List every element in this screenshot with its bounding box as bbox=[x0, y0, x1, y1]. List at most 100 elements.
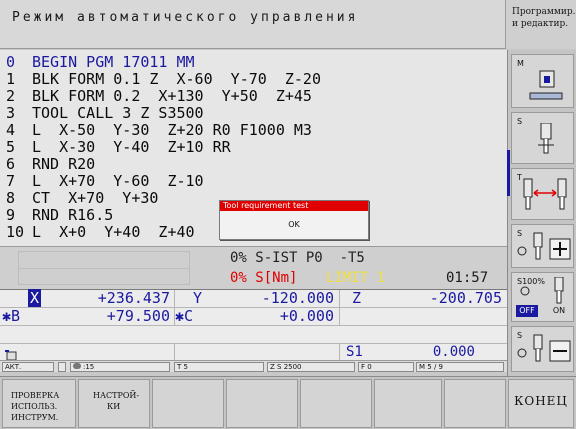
softkey-label: ПРОВЕРКА bbox=[11, 391, 60, 400]
spindle-icon bbox=[538, 123, 554, 154]
line-text: L X+0 Y+40 Z+40 bbox=[32, 223, 195, 241]
status-strip: 0% S-IST P0 -T5 0% S[Nm] LIMIT 1 01:57 bbox=[0, 246, 507, 289]
axis-label-b: ✱B bbox=[2, 307, 21, 325]
line-text: BLK FORM 0.1 Z X-60 Y-70 Z-20 bbox=[32, 70, 321, 88]
softkey-label: НАСТРОЙ- bbox=[93, 391, 140, 400]
line-number: 8 bbox=[6, 189, 16, 207]
torque-status: 0% S[Nm] bbox=[230, 270, 298, 286]
program-line[interactable]: 10 L X+0 Y+40 Z+40 bbox=[6, 224, 195, 240]
spindle-plus-button[interactable]: S bbox=[511, 224, 574, 268]
column-divider bbox=[174, 344, 175, 360]
program-line[interactable]: 0 BEGIN PGM 17011 MM bbox=[6, 54, 195, 70]
selection-marker bbox=[507, 150, 510, 196]
on-toggle[interactable]: ON bbox=[548, 305, 570, 317]
memory-icon bbox=[4, 346, 18, 361]
tool-change-button[interactable]: T bbox=[511, 168, 574, 220]
tool-change-icon bbox=[523, 178, 567, 210]
position-display: X +236.437 Y -120.000 Z -200.705 ✱B +79.… bbox=[0, 289, 507, 343]
softkey-label: ИНСТРУМ. bbox=[11, 413, 59, 422]
spindle-override-button[interactable]: S100% OFF ON bbox=[511, 272, 574, 322]
program-line[interactable]: 3 TOOL CALL 3 Z S3500 bbox=[6, 105, 204, 121]
limit-status: LIMIT 1 bbox=[326, 270, 386, 286]
s1-label: S1 bbox=[346, 344, 363, 360]
spindle-status: 0% S-IST P0 -T5 bbox=[230, 250, 365, 266]
program-line[interactable]: 4 L X-50 Y-30 Z+20 R0 F1000 M3 bbox=[6, 122, 312, 138]
softkey-empty-3[interactable] bbox=[152, 379, 224, 428]
line-text: BEGIN PGM 17011 MM bbox=[32, 53, 195, 71]
line-text: TOOL CALL 3 Z S3500 bbox=[32, 104, 204, 122]
line-text: L X-30 Y-40 Z+10 RR bbox=[32, 138, 231, 156]
softkey-empty-7[interactable] bbox=[444, 379, 506, 428]
machine-view-button[interactable]: M bbox=[511, 54, 574, 108]
softkey-bar: ПРОВЕРКА ИСПОЛЬЗ. ИНСТРУМ. НАСТРОЙ- КИ К… bbox=[0, 376, 576, 429]
run-time: 01:57 bbox=[446, 270, 489, 286]
secondary-mode-button[interactable]: Программир. и редактир. bbox=[505, 0, 576, 49]
column-divider bbox=[339, 344, 340, 360]
line-number: 2 bbox=[6, 87, 16, 105]
axis-label-y: Y bbox=[193, 289, 203, 307]
softkey-end[interactable]: КОНЕЦ bbox=[508, 379, 574, 428]
axis-value-y: -120.000 bbox=[261, 289, 334, 307]
program-line[interactable]: 5 L X-30 Y-40 Z+10 RR bbox=[6, 139, 231, 155]
line-number: 7 bbox=[6, 172, 16, 190]
line-number: 3 bbox=[6, 104, 16, 122]
line-text: BLK FORM 0.2 X+130 Y+50 Z+45 bbox=[32, 87, 312, 105]
off-toggle[interactable]: OFF bbox=[516, 305, 538, 317]
line-number: 5 bbox=[6, 138, 16, 156]
position-row: X +236.437 Y -120.000 Z -200.705 bbox=[0, 289, 507, 308]
softkey-tool-usage-test[interactable]: ПРОВЕРКА ИСПОЛЬЗ. ИНСТРУМ. bbox=[2, 379, 76, 428]
softkey-empty-4[interactable] bbox=[226, 379, 298, 428]
softkey-label: ИСПОЛЬЗ. bbox=[11, 402, 58, 411]
program-line[interactable]: 1 BLK FORM 0.1 Z X-60 Y-70 Z-20 bbox=[6, 71, 321, 87]
column-divider bbox=[174, 290, 175, 326]
m-label: M bbox=[517, 59, 524, 68]
line-number: 6 bbox=[6, 155, 16, 173]
softkey-empty-6[interactable] bbox=[374, 379, 442, 428]
line-number: 0 bbox=[6, 53, 16, 71]
secondary-mode-line-2: и редактир. bbox=[512, 19, 569, 29]
s1-value: 0.000 bbox=[432, 344, 475, 360]
line-text: RND R16.5 bbox=[32, 206, 114, 224]
ok-button[interactable]: OK bbox=[220, 214, 368, 236]
program-line[interactable]: 7 L X+70 Y-60 Z-10 bbox=[6, 173, 204, 189]
spindle-button[interactable]: S bbox=[511, 112, 574, 164]
line-number: 10 bbox=[6, 223, 25, 241]
right-softkey-panel: M S T S S100% OFF ON S bbox=[507, 50, 576, 376]
line-text: RND R20 bbox=[32, 155, 96, 173]
line-text: L X-50 Y-30 Z+20 R0 F1000 M3 bbox=[32, 121, 312, 139]
softkey-settings[interactable]: НАСТРОЙ- КИ bbox=[78, 379, 150, 428]
program-line[interactable]: 9 RND R16.5 bbox=[6, 207, 113, 223]
spindle-icon bbox=[554, 277, 564, 304]
position-mode: АКТ. bbox=[2, 362, 54, 372]
tool-number-field: T 5 bbox=[174, 362, 264, 372]
spindle-minus-button[interactable]: S bbox=[511, 326, 574, 372]
axis-label-c: ✱C bbox=[175, 307, 194, 325]
program-line[interactable]: 6 RND R20 bbox=[6, 156, 95, 172]
line-text: CT X+70 Y+30 bbox=[32, 189, 159, 207]
tool-requirement-dialog: Tool requirement test OK bbox=[219, 200, 369, 240]
tool-icon bbox=[73, 363, 81, 369]
tool-field: :15 bbox=[70, 362, 170, 372]
spindle-row: S1 0.000 bbox=[0, 343, 507, 361]
s-label: S bbox=[517, 117, 523, 126]
m-function-field: M 5 / 9 bbox=[416, 362, 504, 372]
mode-title: Режим автоматического управления bbox=[12, 10, 359, 25]
spindle-minus-icon bbox=[517, 334, 571, 362]
program-line[interactable]: 2 BLK FORM 0.2 X+130 Y+50 Z+45 bbox=[6, 88, 312, 104]
machine-table-icon bbox=[529, 70, 563, 100]
line-number: 9 bbox=[6, 206, 16, 224]
line-text: L X+70 Y-60 Z-10 bbox=[32, 172, 204, 190]
status-box bbox=[58, 362, 66, 372]
axis-value-b: +79.500 bbox=[106, 307, 170, 325]
softkey-empty-5[interactable] bbox=[300, 379, 372, 428]
softkey-label: КИ bbox=[107, 402, 121, 411]
spindle-plus-icon bbox=[517, 232, 571, 260]
bottom-status-bar: АКТ. :15 T 5 Z S 2500 F 0 M 5 / 9 bbox=[0, 360, 507, 372]
dialog-title: Tool requirement test bbox=[220, 201, 368, 211]
program-line[interactable]: 8 CT X+70 Y+30 bbox=[6, 190, 158, 206]
position-row: ✱B +79.500 ✱C +0.000 bbox=[0, 308, 507, 326]
axis-label-z: Z bbox=[352, 289, 362, 307]
axis-value-x: +236.437 bbox=[97, 289, 170, 307]
secondary-mode-line-1: Программир. bbox=[512, 7, 576, 17]
axis-value-c: +0.000 bbox=[279, 307, 334, 325]
